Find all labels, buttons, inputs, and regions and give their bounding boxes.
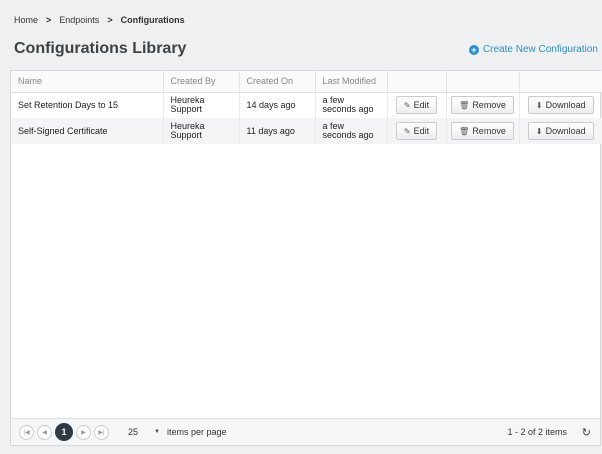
breadcrumb-endpoints[interactable]: Endpoints	[59, 15, 99, 25]
chevron-down-icon: ▼	[154, 429, 160, 435]
cell-remove: 🗑 Remove	[446, 118, 520, 144]
refresh-icon[interactable]: ↻	[582, 426, 591, 439]
last-page-icon[interactable]: ▶|	[94, 424, 109, 440]
edit-icon: ✎	[403, 126, 411, 136]
cell-created-by: Heureka Support	[163, 92, 240, 118]
download-button-label: Download	[545, 99, 586, 110]
cell-created-on: 11 days ago	[239, 118, 316, 144]
download-icon: ⬇	[535, 100, 543, 110]
trash-icon: 🗑	[459, 126, 470, 136]
column-header-last-modified[interactable]: Last Modified	[315, 71, 388, 93]
items-count: 1 - 2 of 2 items	[507, 427, 567, 437]
cell-remove: 🗑 Remove	[446, 92, 520, 118]
configurations-table: Name Created By Created On Last Modified…	[11, 71, 602, 144]
cell-name: Set Retention Days to 15	[11, 92, 164, 118]
table-row[interactable]: Self-Signed Certificate Heureka Support …	[11, 118, 602, 144]
edit-button-label: Edit	[413, 99, 430, 110]
column-header-remove	[446, 71, 520, 93]
download-button-label: Download	[545, 125, 586, 136]
create-new-configuration-label: Create New Configuration	[482, 44, 598, 55]
cell-name: Self-Signed Certificate	[11, 118, 164, 144]
remove-button-label: Remove	[472, 99, 506, 110]
column-header-name[interactable]: Name	[11, 71, 164, 93]
cell-download: ⬇ Download	[519, 92, 602, 118]
download-icon: ⬇	[535, 126, 543, 136]
breadcrumb-home[interactable]: Home	[14, 15, 38, 25]
breadcrumb: Home > Endpoints > Configurations	[14, 15, 185, 25]
remove-button-label: Remove	[472, 125, 506, 136]
breadcrumb-separator: >	[46, 15, 52, 25]
cell-created-on: 14 days ago	[239, 92, 316, 118]
edit-button[interactable]: ✎ Edit	[395, 96, 438, 115]
breadcrumb-separator: >	[107, 15, 113, 25]
page-title: Configurations Library	[14, 40, 187, 57]
table-header-row: Name Created By Created On Last Modified	[11, 71, 602, 93]
cell-edit: ✎ Edit	[387, 118, 447, 144]
edit-icon: ✎	[403, 100, 411, 110]
table-row[interactable]: Set Retention Days to 15 Heureka Support…	[11, 92, 602, 118]
remove-button[interactable]: 🗑 Remove	[451, 96, 514, 115]
configurations-grid: Name Created By Created On Last Modified…	[10, 70, 602, 446]
edit-button[interactable]: ✎ Edit	[395, 122, 438, 140]
remove-button[interactable]: 🗑 Remove	[451, 122, 514, 140]
create-new-configuration-link[interactable]: + Create New Configuration	[468, 44, 598, 55]
page-size-value: 25	[128, 427, 139, 437]
column-header-edit	[387, 71, 447, 93]
first-page-icon[interactable]: |◀	[19, 424, 34, 440]
next-page-icon[interactable]: ▶	[76, 424, 91, 440]
cell-download: ⬇ Download	[519, 118, 602, 144]
cell-edit: ✎ Edit	[387, 92, 447, 118]
trash-icon: 🗑	[459, 100, 470, 110]
current-page-button[interactable]: 1	[55, 423, 73, 441]
items-per-page-label: items per page	[167, 427, 227, 437]
download-button[interactable]: ⬇ Download	[527, 122, 594, 140]
pager: |◀ ◀ 1 ▶ ▶| 25 ▼ items per page 1 - 2 of…	[11, 418, 600, 445]
cell-created-by: Heureka Support	[163, 118, 240, 144]
page-size-select[interactable]: 25 ▼	[126, 423, 162, 441]
previous-page-icon[interactable]: ◀	[37, 424, 52, 440]
column-header-created-by[interactable]: Created By	[163, 71, 240, 93]
column-header-download	[519, 71, 602, 93]
cell-last-modified: a few seconds ago	[315, 118, 388, 144]
edit-button-label: Edit	[413, 125, 430, 136]
plus-circle-icon: +	[468, 44, 479, 55]
breadcrumb-current: Configurations	[120, 15, 185, 25]
cell-last-modified: a few seconds ago	[315, 92, 388, 118]
download-button[interactable]: ⬇ Download	[527, 96, 594, 115]
column-header-created-on[interactable]: Created On	[239, 71, 316, 93]
